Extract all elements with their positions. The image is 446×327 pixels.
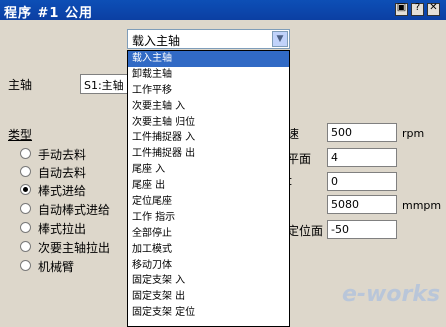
combo-value: 载入主轴 (132, 34, 181, 48)
close-button[interactable]: ✕ (427, 2, 440, 16)
param-unit-0: rpm (402, 127, 425, 140)
dropdown-item[interactable]: 工件捕捉器 入 (128, 130, 289, 146)
save-button[interactable]: ▣ (395, 2, 408, 16)
type-radio-4[interactable] (20, 222, 31, 233)
dropdown-item[interactable]: 尾座 入 (128, 162, 289, 178)
param-field-1[interactable]: 4 (327, 148, 397, 167)
type-option-label: 自动去料 (38, 166, 87, 180)
type-radio-6[interactable] (20, 260, 31, 271)
param-field-2[interactable]: 0 (327, 172, 397, 191)
help-button[interactable]: ? (411, 2, 424, 16)
type-option-label: 次要主轴拉出 (38, 241, 111, 255)
dropdown-item[interactable]: 次要主轴 入 (128, 99, 289, 115)
dropdown-item[interactable]: 卸载主轴 (128, 67, 289, 83)
action-combo[interactable]: 载入主轴 ▼ (127, 29, 290, 49)
dropdown-item[interactable]: 固定支架 出 (128, 289, 289, 305)
dropdown-item[interactable]: 工件捕捉器 出 (128, 146, 289, 162)
type-option-label: 棒式拉出 (38, 222, 87, 236)
type-option-label: 机械臂 (38, 260, 75, 274)
dropdown-item[interactable]: 工作平移 (128, 83, 289, 99)
dropdown-item[interactable]: 尾座 出 (128, 178, 289, 194)
title-bar: 程序 #1 公用 ▣ ? ✕ (0, 0, 446, 21)
param-field-0[interactable]: 500 (327, 123, 397, 142)
param-field-3[interactable]: 5080 (327, 195, 397, 214)
chevron-down-icon[interactable]: ▼ (272, 31, 288, 47)
dropdown-item[interactable]: 移动刀体 (128, 258, 289, 274)
watermark: e-works (342, 282, 441, 307)
spindle-select[interactable]: S1:主轴 (80, 74, 132, 94)
dropdown-item[interactable]: 工作 指示 (128, 210, 289, 226)
type-radio-5[interactable] (20, 241, 31, 252)
help-icon: ? (414, 2, 421, 13)
param-field-4[interactable]: -50 (327, 220, 397, 239)
save-icon: ▣ (396, 2, 407, 13)
dropdown-item[interactable]: 次要主轴 归位 (128, 115, 289, 131)
type-option-label: 自动棒式进给 (38, 203, 111, 217)
type-label: 类型 (8, 128, 33, 142)
param-label-1: 平面 (287, 152, 312, 166)
type-radio-3[interactable] (20, 203, 31, 214)
action-dropdown-list: 载入主轴 卸载主轴 工作平移 次要主轴 入次要主轴 归位 工件捕捉器 入工件捕捉器 出尾… (127, 50, 290, 327)
window-title: 程序 #1 公用 (4, 6, 93, 21)
param-label-4: 定位面 (287, 224, 324, 238)
type-radio-2[interactable] (20, 184, 31, 195)
dropdown-item[interactable]: 固定支架 入 (128, 273, 289, 289)
dropdown-item[interactable]: 加工模式 (128, 242, 289, 258)
param-unit-3: mmpm (402, 199, 442, 212)
type-option-label: 手动去料 (38, 148, 87, 162)
type-radio-1[interactable] (20, 166, 31, 177)
dropdown-item[interactable]: 定位尾座 (128, 194, 289, 210)
type-option-label: 棒式进给 (38, 184, 87, 198)
spindle-label: 主轴 (8, 78, 33, 92)
dropdown-item[interactable]: 载入主轴 (128, 51, 289, 67)
close-icon: ✕ (429, 2, 438, 13)
dropdown-item[interactable]: 固定支架 定位 (128, 305, 289, 321)
type-radio-0[interactable] (20, 148, 31, 159)
dropdown-item[interactable]: 全部停止 (128, 226, 289, 242)
